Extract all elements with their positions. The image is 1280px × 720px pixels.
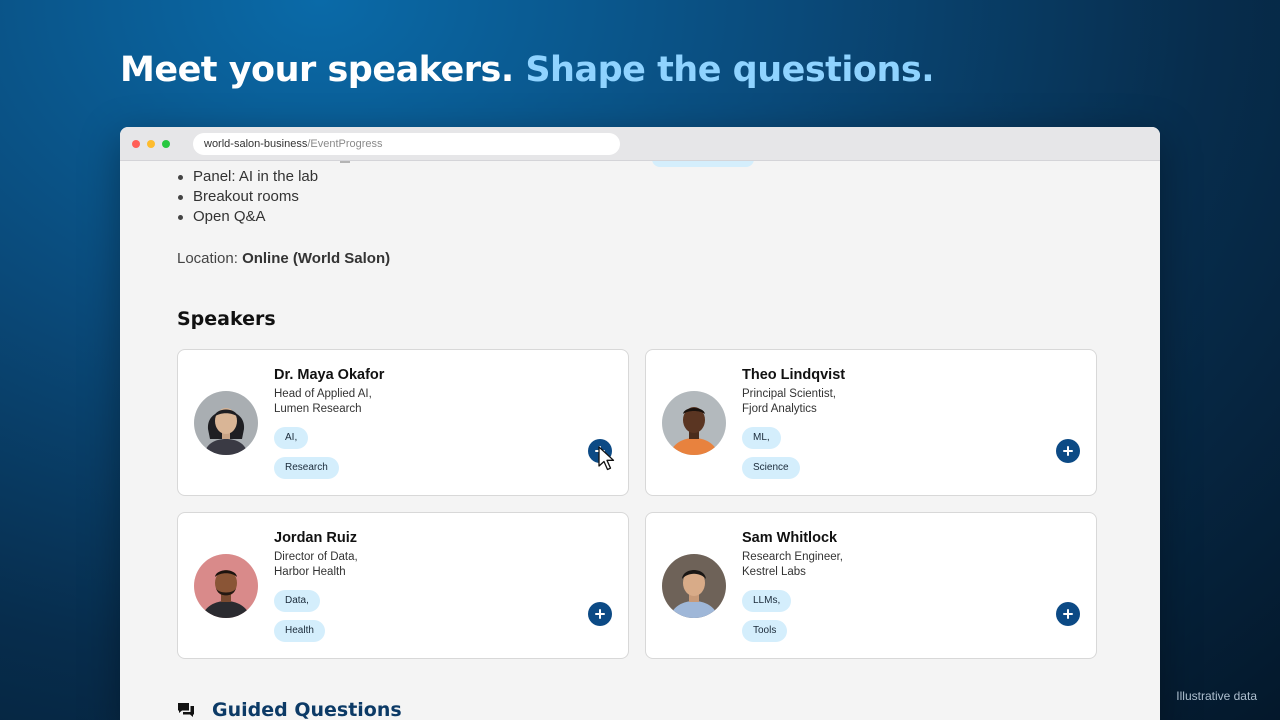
speaker-avatar	[194, 391, 258, 455]
speaker-name: Theo Lindqvist	[742, 367, 846, 383]
guided-questions-header: Guided Questions	[177, 697, 402, 720]
speaker-name: Dr. Maya Okafor	[274, 367, 385, 383]
speaker-org: Fjord Analytics	[742, 403, 817, 415]
add-speaker-button[interactable]	[1056, 439, 1080, 463]
plus-icon	[595, 609, 605, 619]
speaker-org: Harbor Health	[274, 566, 346, 578]
topic-tag[interactable]: LLMs,	[742, 590, 792, 612]
headline-part1: Meet your speakers.	[120, 50, 514, 90]
speaker-card-sam-whitlock: Sam Whitlock Research Engineer, Kestrel …	[645, 512, 1097, 659]
speaker-role: Research Engineer,	[742, 551, 844, 563]
topic-tag[interactable]: Data,	[274, 590, 320, 612]
agenda-item: Panel: AI in the lab	[177, 167, 318, 187]
speaker-name: Sam Whitlock	[742, 530, 838, 546]
plus-icon	[1063, 609, 1073, 619]
topic-tag[interactable]: Health	[274, 620, 325, 642]
browser-toolbar: world-salon-business/EventProgress	[120, 127, 1160, 161]
guided-questions-title: Guided Questions	[212, 699, 402, 720]
agenda-list: Panel: AI in the lab Breakout rooms Open…	[177, 167, 318, 227]
add-speaker-button[interactable]	[588, 602, 612, 626]
agenda-item: Breakout rooms	[177, 187, 318, 207]
speaker-role: Head of Applied AI,	[274, 388, 372, 400]
add-speaker-button[interactable]	[1056, 602, 1080, 626]
event-location: Location: Online (World Salon)	[177, 250, 390, 267]
page-content: Panel: AI in the lab Breakout rooms Open…	[120, 157, 1160, 720]
location-label: Location:	[177, 250, 238, 267]
topic-tag[interactable]: AI,	[274, 427, 309, 449]
page-headline: Meet your speakers. Shape the questions.	[120, 50, 934, 90]
speaker-name: Jordan Ruiz	[274, 530, 357, 546]
location-value: Online (World Salon)	[242, 250, 391, 267]
minimize-window-dot[interactable]	[147, 140, 155, 148]
topic-tag[interactable]: Research	[274, 457, 339, 479]
illustrative-data-note: Illustrative data	[1176, 689, 1257, 703]
speakers-heading: Speakers	[177, 308, 276, 330]
plus-icon	[1063, 446, 1073, 456]
topic-tag[interactable]: Science	[742, 457, 800, 479]
speaker-role: Director of Data,	[274, 551, 358, 563]
speaker-org: Kestrel Labs	[742, 566, 806, 578]
url-domain: world-salon-business	[204, 138, 308, 150]
maximize-window-dot[interactable]	[162, 140, 170, 148]
browser-window: world-salon-business/EventProgress Panel…	[120, 127, 1160, 720]
speaker-avatar	[662, 391, 726, 455]
close-window-dot[interactable]	[132, 140, 140, 148]
speaker-card-theo-lindqvist: Theo Lindqvist Principal Scientist, Fjor…	[645, 349, 1097, 496]
speaker-avatar	[194, 554, 258, 618]
speaker-org: Lumen Research	[274, 403, 362, 415]
url-path: /EventProgress	[307, 138, 383, 150]
address-bar[interactable]: world-salon-business/EventProgress	[193, 133, 620, 155]
headline-part2: Shape the questions.	[525, 50, 934, 90]
speaker-role: Principal Scientist,	[742, 388, 836, 400]
topic-tag[interactable]: ML,	[742, 427, 781, 449]
agenda-item: Open Q&A	[177, 207, 318, 227]
speaker-avatar	[662, 554, 726, 618]
chat-bubbles-icon	[178, 703, 194, 717]
mouse-pointer-icon	[598, 446, 615, 471]
speaker-card-jordan-ruiz: Jordan Ruiz Director of Data, Harbor Hea…	[177, 512, 629, 659]
topic-tag[interactable]: Tools	[742, 620, 788, 642]
speaker-card-maya-okafor: Dr. Maya Okafor Head of Applied AI, Lume…	[177, 349, 629, 496]
